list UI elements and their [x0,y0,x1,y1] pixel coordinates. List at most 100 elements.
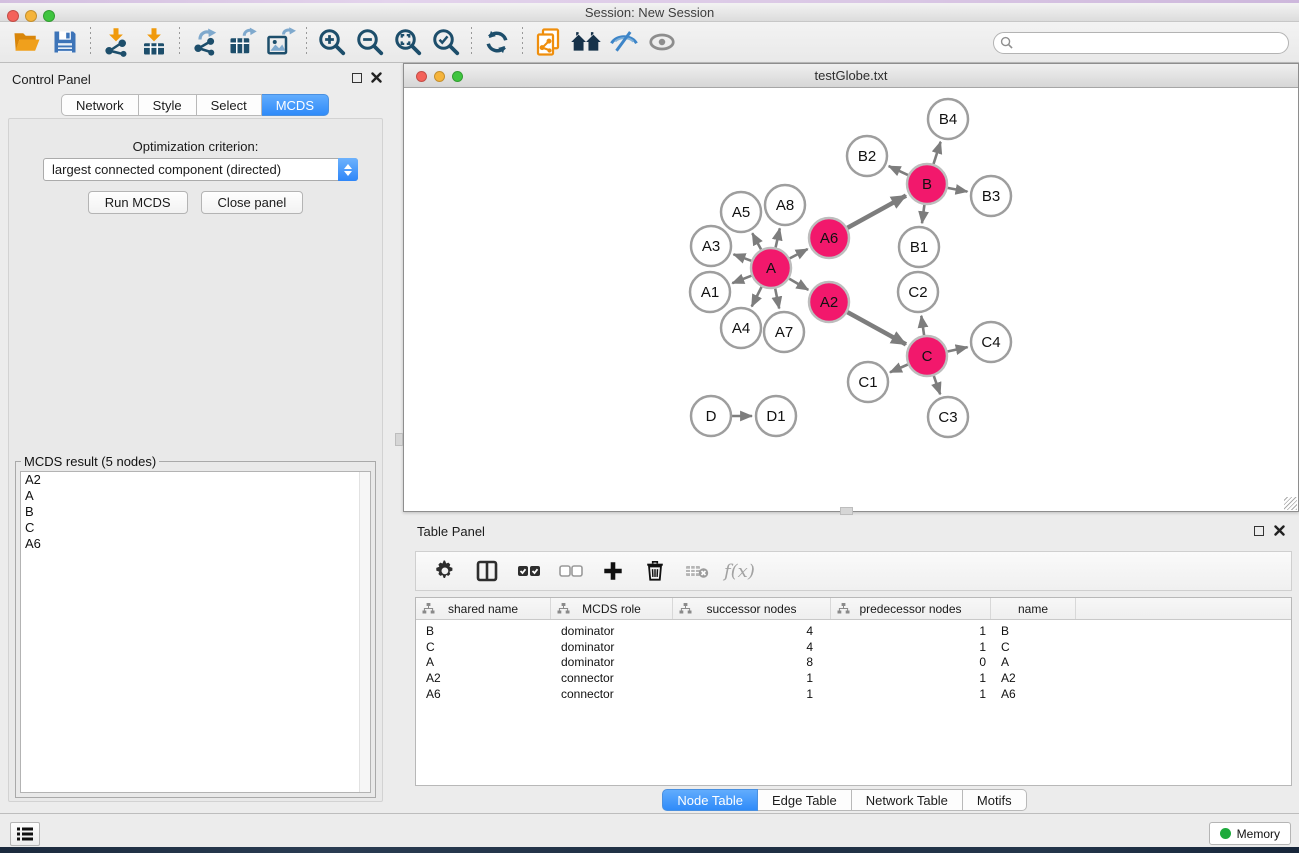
mcds-result-list[interactable]: A2ABCA6 [20,471,371,793]
table-row[interactable]: Bdominator41B [416,623,1291,639]
table-row[interactable]: Adominator80A [416,654,1291,670]
tab-node-table[interactable]: Node Table [662,789,758,811]
tab-network[interactable]: Network [61,94,139,116]
deselect-all-icon[interactable] [556,556,586,586]
tab-style[interactable]: Style [139,94,197,116]
control-panel: Control Panel NetworkStyleSelectMCDS Opt… [0,63,390,813]
task-history-button[interactable] [10,822,40,846]
search-input[interactable] [993,32,1289,54]
column-header-predecessor-nodes[interactable]: predecessor nodes [831,598,991,619]
node-label-B3: B3 [982,188,1000,205]
import-network-icon[interactable] [97,24,135,60]
edge-B-B4[interactable] [934,142,941,164]
tab-network-table[interactable]: Network Table [852,789,963,811]
memory-button[interactable]: Memory [1209,822,1291,845]
edge-A-A3[interactable] [734,254,752,260]
float-panel-icon[interactable] [1254,526,1264,536]
zoom-fit-icon[interactable] [389,24,427,60]
mcds-result-items: A2ABCA6 [21,472,370,552]
edge-A-A7[interactable] [775,289,779,309]
edge-C-C3[interactable] [934,376,940,394]
tab-edge-table[interactable]: Edge Table [758,789,852,811]
run-mcds-button[interactable]: Run MCDS [88,191,188,214]
import-table-icon[interactable] [135,24,173,60]
table-panel-titlebar: Table Panel [390,512,1299,544]
hide-selected-icon[interactable] [605,24,643,60]
result-item[interactable]: B [21,504,370,520]
edge-A-A4[interactable] [752,287,762,307]
save-session-icon[interactable] [46,24,84,60]
mcds-result-group: MCDS result (5 nodes) A2ABCA6 [15,461,376,798]
float-panel-icon[interactable] [352,73,362,83]
node-label-C: C [922,348,933,365]
table-row[interactable]: A2connector11A2 [416,670,1291,686]
result-list-scrollbar[interactable] [359,472,370,792]
node-label-A8: A8 [776,197,794,214]
criterion-dropdown[interactable]: largest connected component (directed) [43,158,358,181]
result-item[interactable]: A2 [21,472,370,488]
node-label-A2: A2 [820,294,838,311]
select-all-icon[interactable] [514,556,544,586]
edge-C-C2[interactable] [921,316,924,335]
column-header-MCDS-role[interactable]: MCDS role [551,598,673,619]
cell-MCDS-role: dominator [551,624,673,638]
shared-column-icon [422,602,435,615]
edge-A-A8[interactable] [776,228,780,247]
cell-MCDS-role: dominator [551,655,673,669]
edge-A-A6[interactable] [790,249,808,258]
delete-icon[interactable] [640,556,670,586]
mcds-result-title: MCDS result (5 nodes) [21,454,159,469]
edge-A-A5[interactable] [752,233,761,249]
function-builder-icon[interactable]: f(x) [724,561,755,582]
edge-C-C4[interactable] [948,347,968,351]
add-column-icon[interactable] [598,556,628,586]
delete-table-icon[interactable] [682,556,712,586]
zoom-selected-icon[interactable] [427,24,465,60]
close-panel-icon[interactable] [1274,525,1285,536]
export-image-icon[interactable] [262,24,300,60]
refresh-icon[interactable] [478,24,516,60]
result-item[interactable]: A6 [21,536,370,552]
window-resize-grip[interactable] [1284,497,1297,510]
network-from-file-icon[interactable] [529,24,567,60]
cell-shared-name: B [416,624,551,638]
edge-A-A1[interactable] [732,276,751,284]
table-row[interactable]: Cdominator41C [416,639,1291,655]
tab-select[interactable]: Select [197,94,262,116]
edge-B-B3[interactable] [948,188,968,192]
edge-C-C1[interactable] [890,365,908,373]
columns-icon[interactable] [472,556,502,586]
result-item[interactable]: A [21,488,370,504]
edge-B-B1[interactable] [922,205,924,223]
column-header-successor-nodes[interactable]: successor nodes [673,598,831,619]
splitter-handle[interactable] [395,433,403,446]
zoom-in-icon[interactable] [313,24,351,60]
tab-mcds[interactable]: MCDS [262,94,329,116]
toolbar-separator [306,27,307,57]
table-panel-tabs: Node TableEdge TableNetwork TableMotifs [390,789,1299,811]
settings-icon[interactable] [430,556,460,586]
show-all-icon[interactable] [643,24,681,60]
edge-A-A2[interactable] [789,279,808,290]
node-table[interactable]: shared nameMCDS rolesuccessor nodesprede… [415,597,1292,786]
node-label-B: B [922,176,932,193]
column-header-shared-name[interactable]: shared name [416,598,551,619]
open-session-icon[interactable] [8,24,46,60]
edge-B-B2[interactable] [889,166,908,175]
close-panel-button[interactable]: Close panel [201,191,304,214]
home-icon[interactable] [567,24,605,60]
node-label-C3: C3 [938,409,957,426]
control-panel-tabs: NetworkStyleSelectMCDS [0,94,390,116]
zoom-out-icon[interactable] [351,24,389,60]
column-header-name[interactable]: name [991,598,1076,619]
export-network-icon[interactable] [186,24,224,60]
cell-name: A [991,655,1076,669]
export-table-icon[interactable] [224,24,262,60]
edge-A2-C[interactable] [847,312,906,344]
network-canvas[interactable]: AA1A2A3A4A5A6A7A8BB1B2B3B4CC1C2C3C4DD1 [404,88,1298,511]
table-row[interactable]: A6connector11A6 [416,686,1291,702]
edge-A6-B[interactable] [847,196,906,228]
result-item[interactable]: C [21,520,370,536]
close-panel-icon[interactable] [371,72,382,83]
tab-motifs[interactable]: Motifs [963,789,1027,811]
